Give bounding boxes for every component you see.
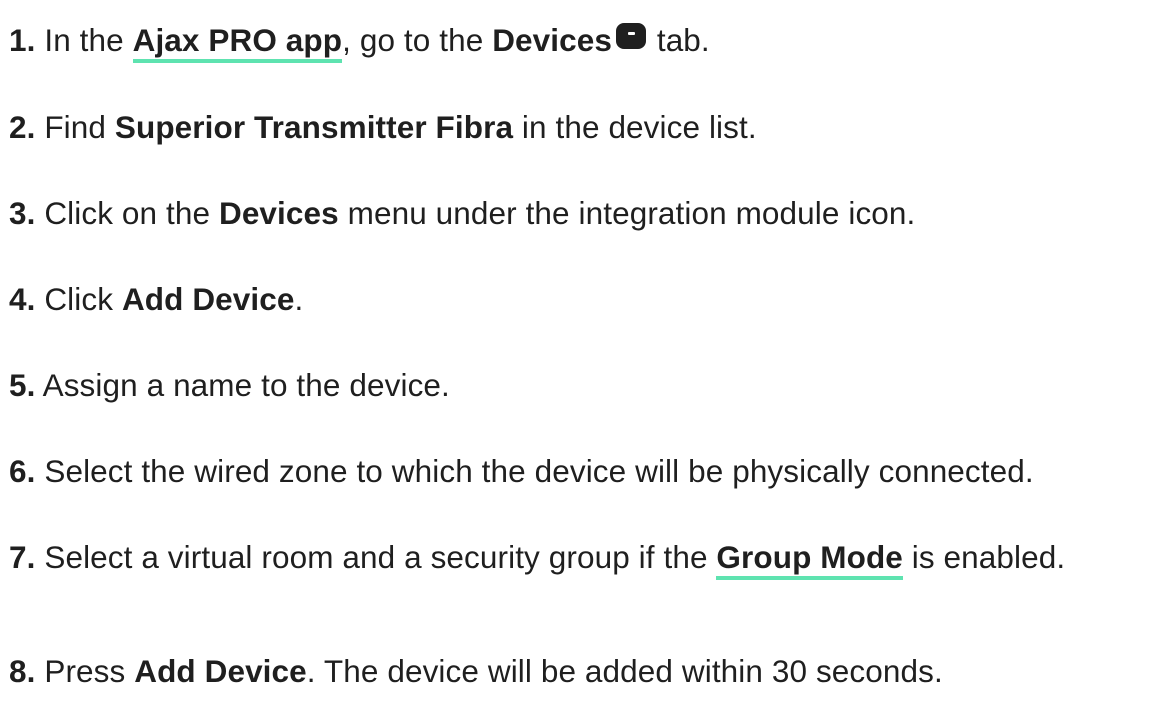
step-text: menu under the integration module icon. xyxy=(338,195,916,231)
step-text: Assign a name to the device. xyxy=(35,367,450,403)
add-device-label: Add Device xyxy=(121,281,295,317)
add-device-label: Add Device xyxy=(134,653,307,689)
step-text: Click on the xyxy=(35,195,219,231)
devices-menu-name: Devices xyxy=(218,195,339,231)
step-text: in the device list. xyxy=(513,109,757,145)
step-text: Press xyxy=(35,653,135,689)
step-number: 2. xyxy=(9,109,36,145)
step-5: 5. Assign a name to the device. xyxy=(9,361,1167,409)
step-number: 4. xyxy=(9,281,36,317)
devices-tab-name: Devices xyxy=(492,22,612,58)
step-1: 1. In the Ajax PRO app, go to the Device… xyxy=(9,16,1167,64)
step-8: 8. Press Add Device. The device will be … xyxy=(9,647,1167,695)
ajax-pro-app-link[interactable]: Ajax PRO app xyxy=(132,22,343,63)
instructions-list: 1. In the Ajax PRO app, go to the Device… xyxy=(0,0,1171,705)
step-7: 7. Select a virtual room and a security … xyxy=(9,533,1089,581)
device-name: Superior Transmitter Fibra xyxy=(114,109,514,145)
step-number: 8. xyxy=(9,653,36,689)
group-mode-link[interactable]: Group Mode xyxy=(716,539,903,580)
step-number: 7. xyxy=(9,539,36,575)
step-number: 1. xyxy=(9,22,36,58)
step-number: 6. xyxy=(9,453,36,489)
step-text: . The device will be added within 30 sec… xyxy=(306,653,943,689)
step-text: . xyxy=(294,281,304,317)
step-number: 3. xyxy=(9,195,36,231)
step-text: In the xyxy=(35,22,133,58)
step-text: Select the wired zone to which the devic… xyxy=(35,453,1034,489)
step-3: 3. Click on the Devices menu under the i… xyxy=(9,189,1167,237)
step-2: 2. Find Superior Transmitter Fibra in th… xyxy=(9,103,1167,151)
step-number: 5. xyxy=(9,367,36,403)
step-text: is enabled. xyxy=(902,539,1066,575)
step-6: 6. Select the wired zone to which the de… xyxy=(9,447,1167,495)
devices-tab-icon xyxy=(615,23,646,49)
step-text: , go to the xyxy=(342,22,493,58)
step-text: Select a virtual room and a security gro… xyxy=(35,539,717,575)
step-text: Find xyxy=(35,109,115,145)
step-text: Click xyxy=(35,281,122,317)
step-text: tab. xyxy=(647,22,710,58)
step-4: 4. Click Add Device. xyxy=(9,275,1167,323)
